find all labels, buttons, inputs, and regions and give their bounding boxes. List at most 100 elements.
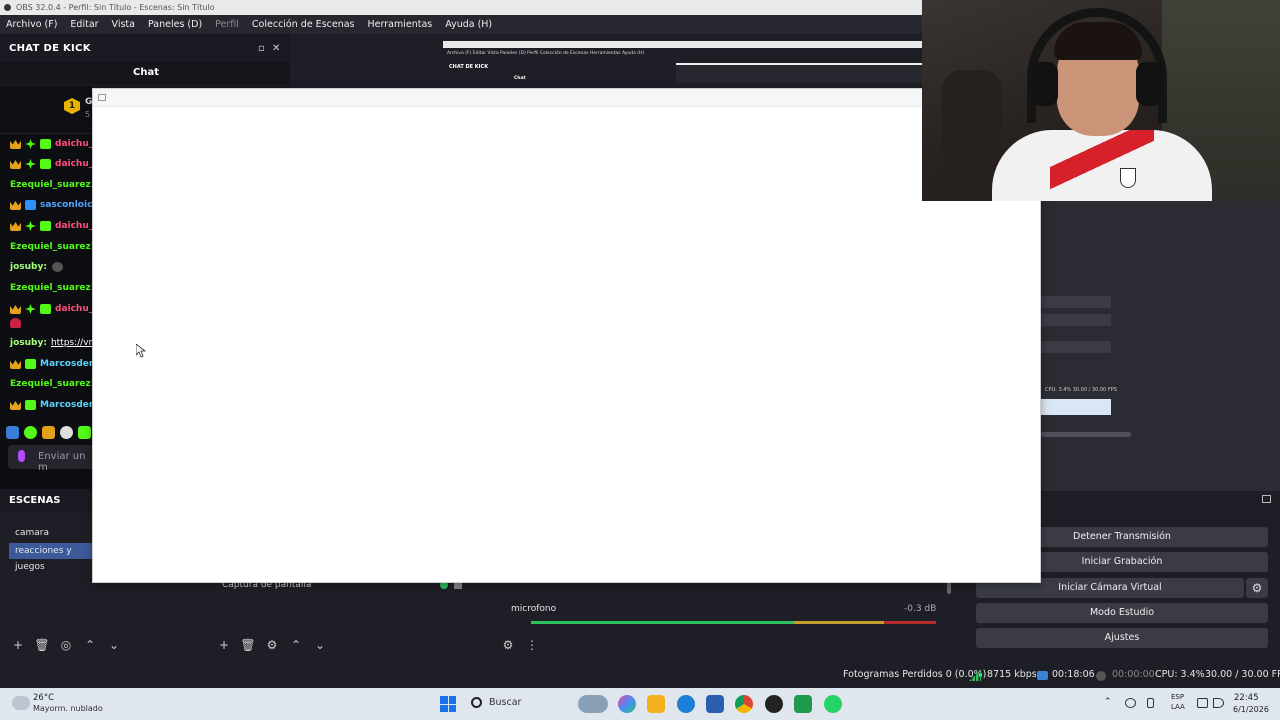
menu-perfil[interactable]: Perfil	[215, 19, 239, 30]
add-scene-icon[interactable]: +	[6, 635, 30, 655]
controls-float-icon[interactable]	[1262, 495, 1271, 503]
menu-archivo[interactable]: Archivo (F)	[6, 19, 57, 30]
whatsapp-icon[interactable]	[824, 695, 842, 713]
dock-close-icon[interactable]: ✕	[272, 43, 281, 54]
chat-username[interactable]: Ezequiel_suarez10:	[10, 379, 92, 389]
input-language[interactable]: ESP	[1171, 693, 1184, 701]
chat-username[interactable]: Marcosdemi	[40, 400, 92, 410]
scenes-toolbar: + 🗑 ◎ ⌃ ⌄	[6, 635, 126, 655]
network-tray-icon[interactable]	[1125, 698, 1136, 708]
obs-logo-icon	[4, 4, 11, 11]
chat-username[interactable]: Marcosdemi	[40, 359, 92, 369]
emote-icon[interactable]	[42, 426, 55, 439]
chat-messages[interactable]: 1 G 5 daichu_c daichu_c Ezequiel_suarez1…	[0, 86, 92, 489]
preview-mini-titlebar	[443, 41, 922, 48]
weather-description[interactable]: Mayorm. nublado	[33, 704, 103, 713]
scene-item-reacciones[interactable]: reacciones y juegos	[9, 543, 93, 572]
weather-temperature[interactable]: 26°C	[33, 693, 54, 703]
emote-icon[interactable]	[78, 426, 91, 439]
blank-popup-window[interactable]	[92, 88, 1041, 583]
emote-icon[interactable]	[6, 426, 19, 439]
edge-icon[interactable]	[677, 695, 695, 713]
emote-icon	[51, 262, 63, 272]
weather-cloud-icon[interactable]	[12, 696, 30, 710]
chat-username[interactable]: josuby:	[10, 338, 47, 348]
chat-message: Ezequiel_suarez10:	[10, 240, 92, 254]
chat-username[interactable]: daichu_c	[55, 304, 92, 314]
chat-dock-header: CHAT DE KICK ▫ ✕	[0, 34, 290, 62]
menu-paneles[interactable]: Paneles (D)	[148, 19, 202, 30]
chat-username[interactable]: josuby:	[10, 262, 47, 272]
volume-tray-icon[interactable]	[1213, 698, 1224, 708]
display-tray-icon[interactable]	[1197, 698, 1208, 708]
mixer-settings-icon[interactable]: ⚙	[496, 635, 520, 655]
microphone-tray-icon[interactable]	[1147, 698, 1154, 708]
menu-ayuda[interactable]: Ayuda (H)	[445, 19, 492, 30]
widgets-icon[interactable]	[578, 695, 608, 713]
studio-mode-button[interactable]: Modo Estudio	[976, 603, 1268, 623]
windows-start-icon[interactable]	[440, 696, 456, 712]
chat-link[interactable]: https://vm.t	[51, 338, 92, 348]
remove-source-icon[interactable]: 🗑	[236, 635, 260, 655]
move-down-icon[interactable]: ⌄	[308, 635, 332, 655]
menu-coleccion-escenas[interactable]: Colección de Escenas	[252, 19, 355, 30]
chrome-icon[interactable]	[735, 695, 753, 713]
chat-username[interactable]: daichu_c	[55, 221, 92, 231]
copilot-icon[interactable]	[618, 695, 636, 713]
virtual-camera-settings-icon[interactable]: ⚙	[1246, 578, 1268, 598]
menu-bar: Archivo (F) Editar Vista Paneles (D) Per…	[0, 15, 922, 34]
move-up-icon[interactable]: ⌃	[284, 635, 308, 655]
sub-badge-icon	[25, 200, 36, 210]
clock-date[interactable]: 6/1/2026	[1233, 705, 1269, 714]
dock-row	[1041, 314, 1111, 326]
chat-username[interactable]: daichu_c	[55, 159, 92, 169]
gift-badge-icon	[40, 304, 51, 314]
chat-message: Ezequiel_suarez10:	[10, 178, 92, 192]
window-title: OBS 32.0.4 - Perfil: Sin Título - Escena…	[16, 3, 215, 12]
pinned-message[interactable]: 1 G 5	[0, 86, 92, 134]
dock-float-icon[interactable]: ▫	[258, 43, 265, 54]
preview-canvas[interactable]: Archivo (F) Editar Vista Paneles (D) Per…	[443, 41, 922, 88]
filter-scene-icon[interactable]: ◎	[54, 635, 78, 655]
crown-badge-icon	[10, 305, 21, 314]
headphone-cup-right	[1136, 62, 1162, 106]
source-properties-icon[interactable]: ⚙	[260, 635, 284, 655]
tray-overflow-icon[interactable]: ⌃	[1104, 697, 1112, 707]
input-layout[interactable]: LAA	[1171, 703, 1185, 711]
emote-icon[interactable]	[24, 426, 37, 439]
chat-message: sasconloich	[10, 198, 92, 212]
search-icon[interactable]	[471, 697, 482, 708]
file-explorer-icon[interactable]	[647, 695, 665, 713]
preview-nested-window	[676, 63, 922, 83]
emote-icon[interactable]	[60, 426, 73, 439]
chat-username[interactable]: Ezequiel_suarez10:	[10, 242, 92, 252]
store-icon[interactable]	[706, 695, 724, 713]
chat-username[interactable]: daichu_c	[55, 139, 92, 149]
chat-username[interactable]: Ezequiel_suarez10:	[10, 283, 92, 293]
gift-badge-icon	[25, 359, 36, 369]
pinned-sub: 5	[85, 110, 91, 119]
gift-coin-icon: 1	[64, 98, 80, 114]
popup-titlebar[interactable]	[93, 89, 1040, 107]
settings-button[interactable]: Ajustes	[976, 628, 1268, 648]
add-source-icon[interactable]: +	[212, 635, 236, 655]
chat-tab[interactable]: Chat	[0, 62, 290, 84]
remove-scene-icon[interactable]: 🗑	[30, 635, 54, 655]
menu-editar[interactable]: Editar	[70, 19, 98, 30]
volume-meter[interactable]	[531, 621, 936, 624]
chat-username[interactable]: sasconloich	[40, 200, 92, 210]
xbox-icon[interactable]	[794, 695, 812, 713]
move-up-icon[interactable]: ⌃	[78, 635, 102, 655]
mixer-menu-icon[interactable]: ⋮	[520, 635, 544, 655]
chat-input[interactable]: Enviar un m	[8, 445, 92, 473]
menu-herramientas[interactable]: Herramientas	[368, 19, 433, 30]
taskbar-search-label[interactable]: Buscar	[489, 697, 521, 708]
horizontal-scrollbar[interactable]	[1041, 432, 1131, 437]
clock-time[interactable]: 22:45	[1234, 693, 1259, 703]
menu-vista[interactable]: Vista	[112, 19, 135, 30]
obs-taskbar-icon[interactable]	[765, 695, 783, 713]
move-down-icon[interactable]: ⌄	[102, 635, 126, 655]
mixer-scrollbar[interactable]	[947, 582, 951, 594]
emote-picker-icon[interactable]	[18, 450, 25, 462]
chat-username[interactable]: Ezequiel_suarez10:	[10, 180, 92, 190]
